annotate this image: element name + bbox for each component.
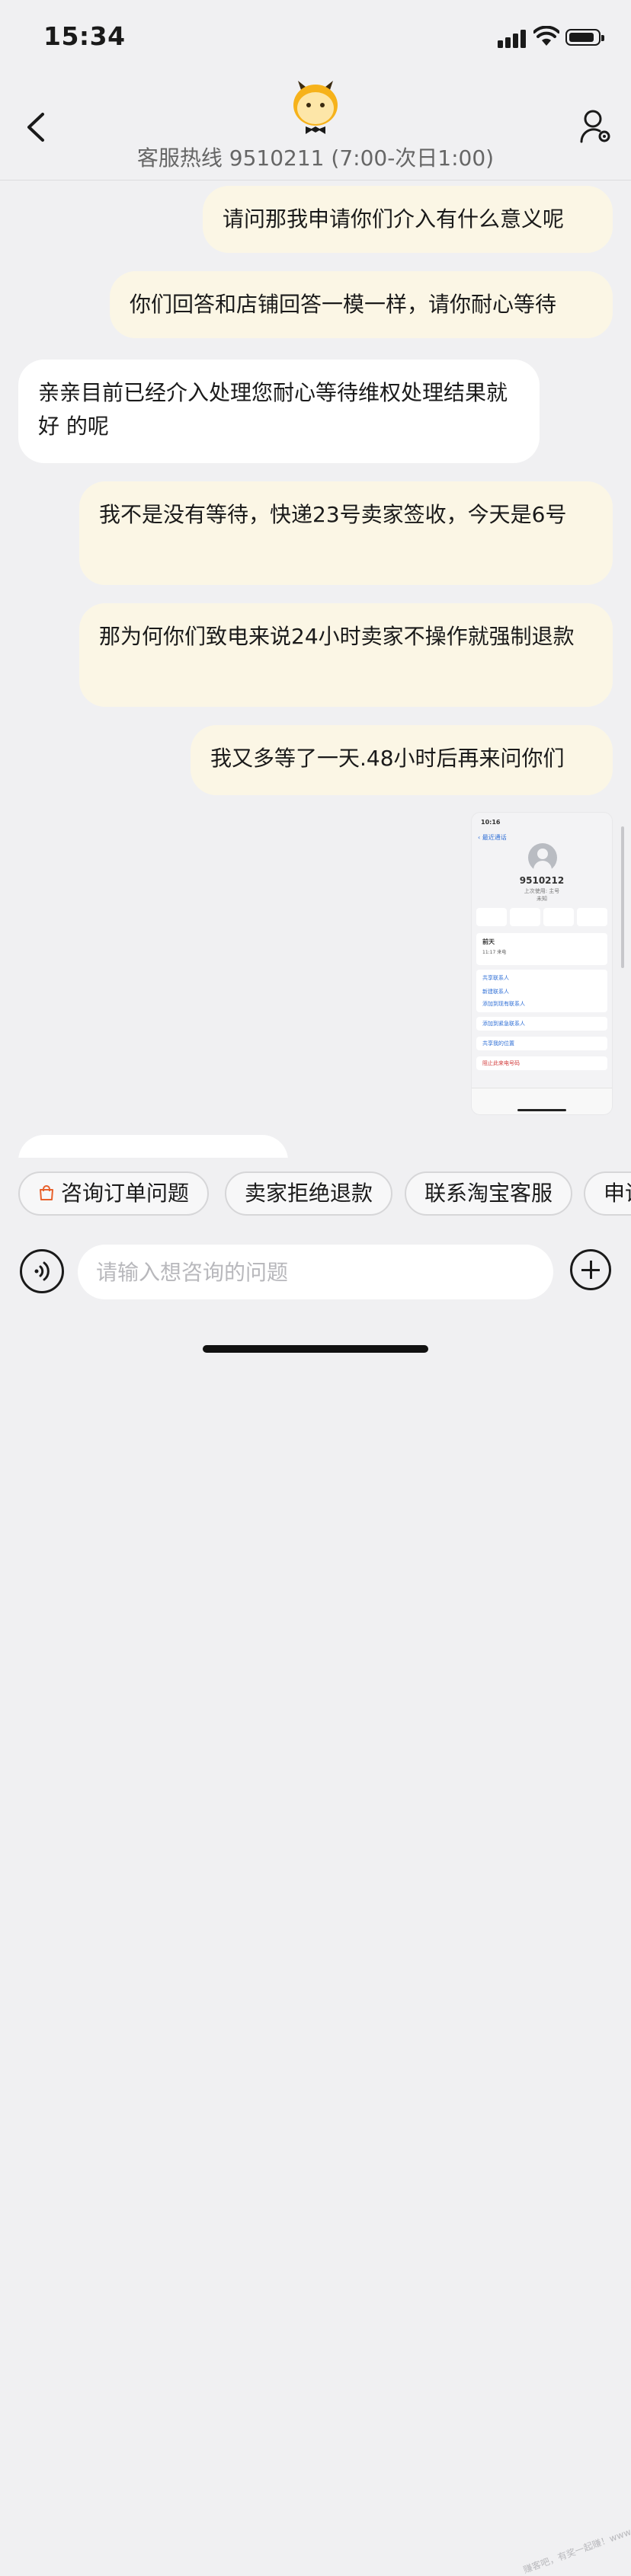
thumb-action-card: 共享我的位置 bbox=[476, 1037, 607, 1050]
voice-input-button[interactable] bbox=[20, 1249, 64, 1293]
image-message-thumbnail[interactable]: 10:16 ‹ 最近通话 9510212 上次使用: 主号 未知 前天 11:1… bbox=[471, 812, 613, 1115]
wifi-icon bbox=[533, 26, 559, 46]
thumb-contact-avatar bbox=[528, 843, 557, 872]
thumb-call-card: 前天 11:17 来电 bbox=[476, 933, 607, 965]
mascot-avatar-icon bbox=[293, 81, 338, 134]
message-bubble-outgoing: 我又多等了一天.48小时后再来问你们 bbox=[191, 725, 613, 795]
thumb-actions-card: 共享联系人 新建联系人 添加到现有联系人 bbox=[476, 970, 607, 1012]
quick-reply-bar: 咨询订单问题 卖家拒绝退款 联系淘宝客服 申请 bbox=[0, 1158, 631, 1234]
hotline-text: 客服热线 9510211 (7:00-次日1:00) bbox=[136, 145, 495, 171]
thumb-time: 10:16 bbox=[481, 819, 501, 826]
signal-icon bbox=[498, 30, 526, 48]
quick-reply-chip-contact[interactable]: 联系淘宝客服 bbox=[405, 1171, 573, 1216]
thumb-back-label: ‹ 最近通话 bbox=[478, 834, 507, 841]
chat-header: 客服热线 9510211 (7:00-次日1:00) bbox=[0, 76, 631, 181]
back-arrow-icon[interactable] bbox=[21, 110, 52, 145]
message-bubble-outgoing: 请问那我申请你们介入有什么意义呢 bbox=[203, 186, 613, 253]
thumb-subtitle: 上次使用: 主号 未知 bbox=[524, 888, 560, 902]
thumb-number: 9510212 bbox=[519, 875, 565, 886]
more-options-plus-button[interactable] bbox=[570, 1249, 611, 1290]
scroll-indicator bbox=[621, 826, 624, 968]
quick-reply-chip-refund[interactable]: 卖家拒绝退款 bbox=[225, 1171, 393, 1216]
quick-reply-chip-apply[interactable]: 申请 bbox=[584, 1171, 631, 1216]
message-bubble-incoming: 亲亲目前已经介入处理您耐心等待维权处理结果就好 的呢 bbox=[18, 360, 540, 463]
input-bar: 赚客吧，有奖一起赚！www.zuanke8.com bbox=[0, 1234, 631, 2575]
thumb-action-card: 添加到紧急联系人 bbox=[476, 1017, 607, 1031]
message-bubble-outgoing: 那为何你们致电来说24小时卖家不操作就强制退款 bbox=[79, 603, 613, 707]
user-settings-icon[interactable] bbox=[579, 108, 613, 145]
watermark-text: 赚客吧，有奖一起赚！www.zuanke8.com bbox=[521, 2504, 631, 2576]
message-bubble-outgoing: 你们回答和店铺回答一模一样，请你耐心等待 bbox=[110, 271, 613, 338]
thumb-tab-bar bbox=[472, 1088, 612, 1114]
message-input-field[interactable] bbox=[78, 1245, 553, 1299]
voice-icon bbox=[34, 1261, 50, 1281]
home-indicator bbox=[203, 1345, 428, 1353]
thumb-action-card: 阻止此来电号码 bbox=[476, 1056, 607, 1070]
quick-reply-chip-order[interactable]: 咨询订单问题 bbox=[18, 1171, 210, 1216]
battery-icon bbox=[565, 29, 604, 46]
shopping-bag-icon bbox=[40, 1185, 53, 1200]
message-bubble-outgoing: 我不是没有等待，快递23号卖家签收，今天是6号 bbox=[79, 481, 613, 585]
status-time: 15:34 bbox=[43, 21, 126, 51]
thumb-action-buttons bbox=[476, 908, 607, 926]
status-bar: 15:34 bbox=[0, 0, 631, 76]
message-input[interactable] bbox=[78, 1245, 553, 1299]
